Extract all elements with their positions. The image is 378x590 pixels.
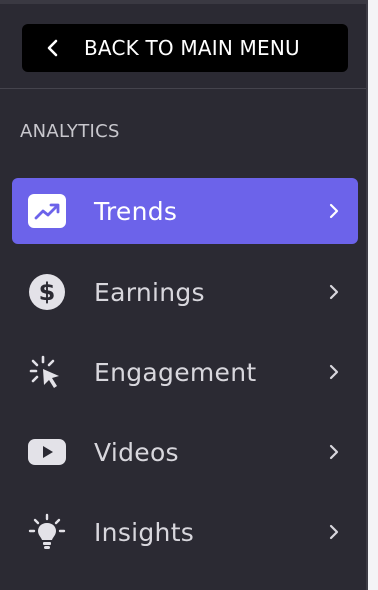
nav-item-label: Insights bbox=[94, 517, 195, 547]
right-edge-line bbox=[366, 0, 368, 590]
play-video-icon bbox=[28, 433, 66, 471]
nav-item-engagement[interactable]: Engagement bbox=[12, 339, 358, 405]
lightbulb-icon bbox=[28, 513, 66, 551]
nav-item-videos[interactable]: Videos bbox=[12, 419, 358, 485]
chevron-left-icon bbox=[42, 37, 64, 59]
nav-item-label: Trends bbox=[94, 196, 178, 226]
nav-item-earnings[interactable]: $ Earnings bbox=[12, 259, 358, 325]
dollar-coin-icon: $ bbox=[28, 273, 66, 311]
back-to-main-menu-button[interactable]: BACK TO MAIN MENU bbox=[22, 24, 348, 72]
chevron-right-icon bbox=[326, 361, 342, 383]
nav-item-label: Videos bbox=[94, 437, 179, 467]
nav-item-label: Earnings bbox=[94, 277, 205, 307]
chevron-right-icon bbox=[326, 281, 342, 303]
nav-item-insights[interactable]: Insights bbox=[12, 499, 358, 565]
chevron-right-icon bbox=[326, 441, 342, 463]
chevron-right-icon bbox=[326, 521, 342, 543]
nav-item-trends[interactable]: Trends bbox=[12, 178, 358, 244]
top-edge bbox=[0, 0, 366, 4]
divider bbox=[0, 88, 366, 89]
svg-text:$: $ bbox=[39, 278, 56, 306]
sidebar-panel: BACK TO MAIN MENU ANALYTICS Trends $ Ear bbox=[0, 0, 378, 590]
back-button-label: BACK TO MAIN MENU bbox=[84, 36, 300, 60]
cursor-click-icon bbox=[28, 353, 66, 391]
nav-item-label: Engagement bbox=[94, 357, 257, 387]
trending-up-icon bbox=[28, 192, 66, 230]
section-title: ANALYTICS bbox=[20, 121, 120, 142]
chevron-right-icon bbox=[326, 200, 342, 222]
